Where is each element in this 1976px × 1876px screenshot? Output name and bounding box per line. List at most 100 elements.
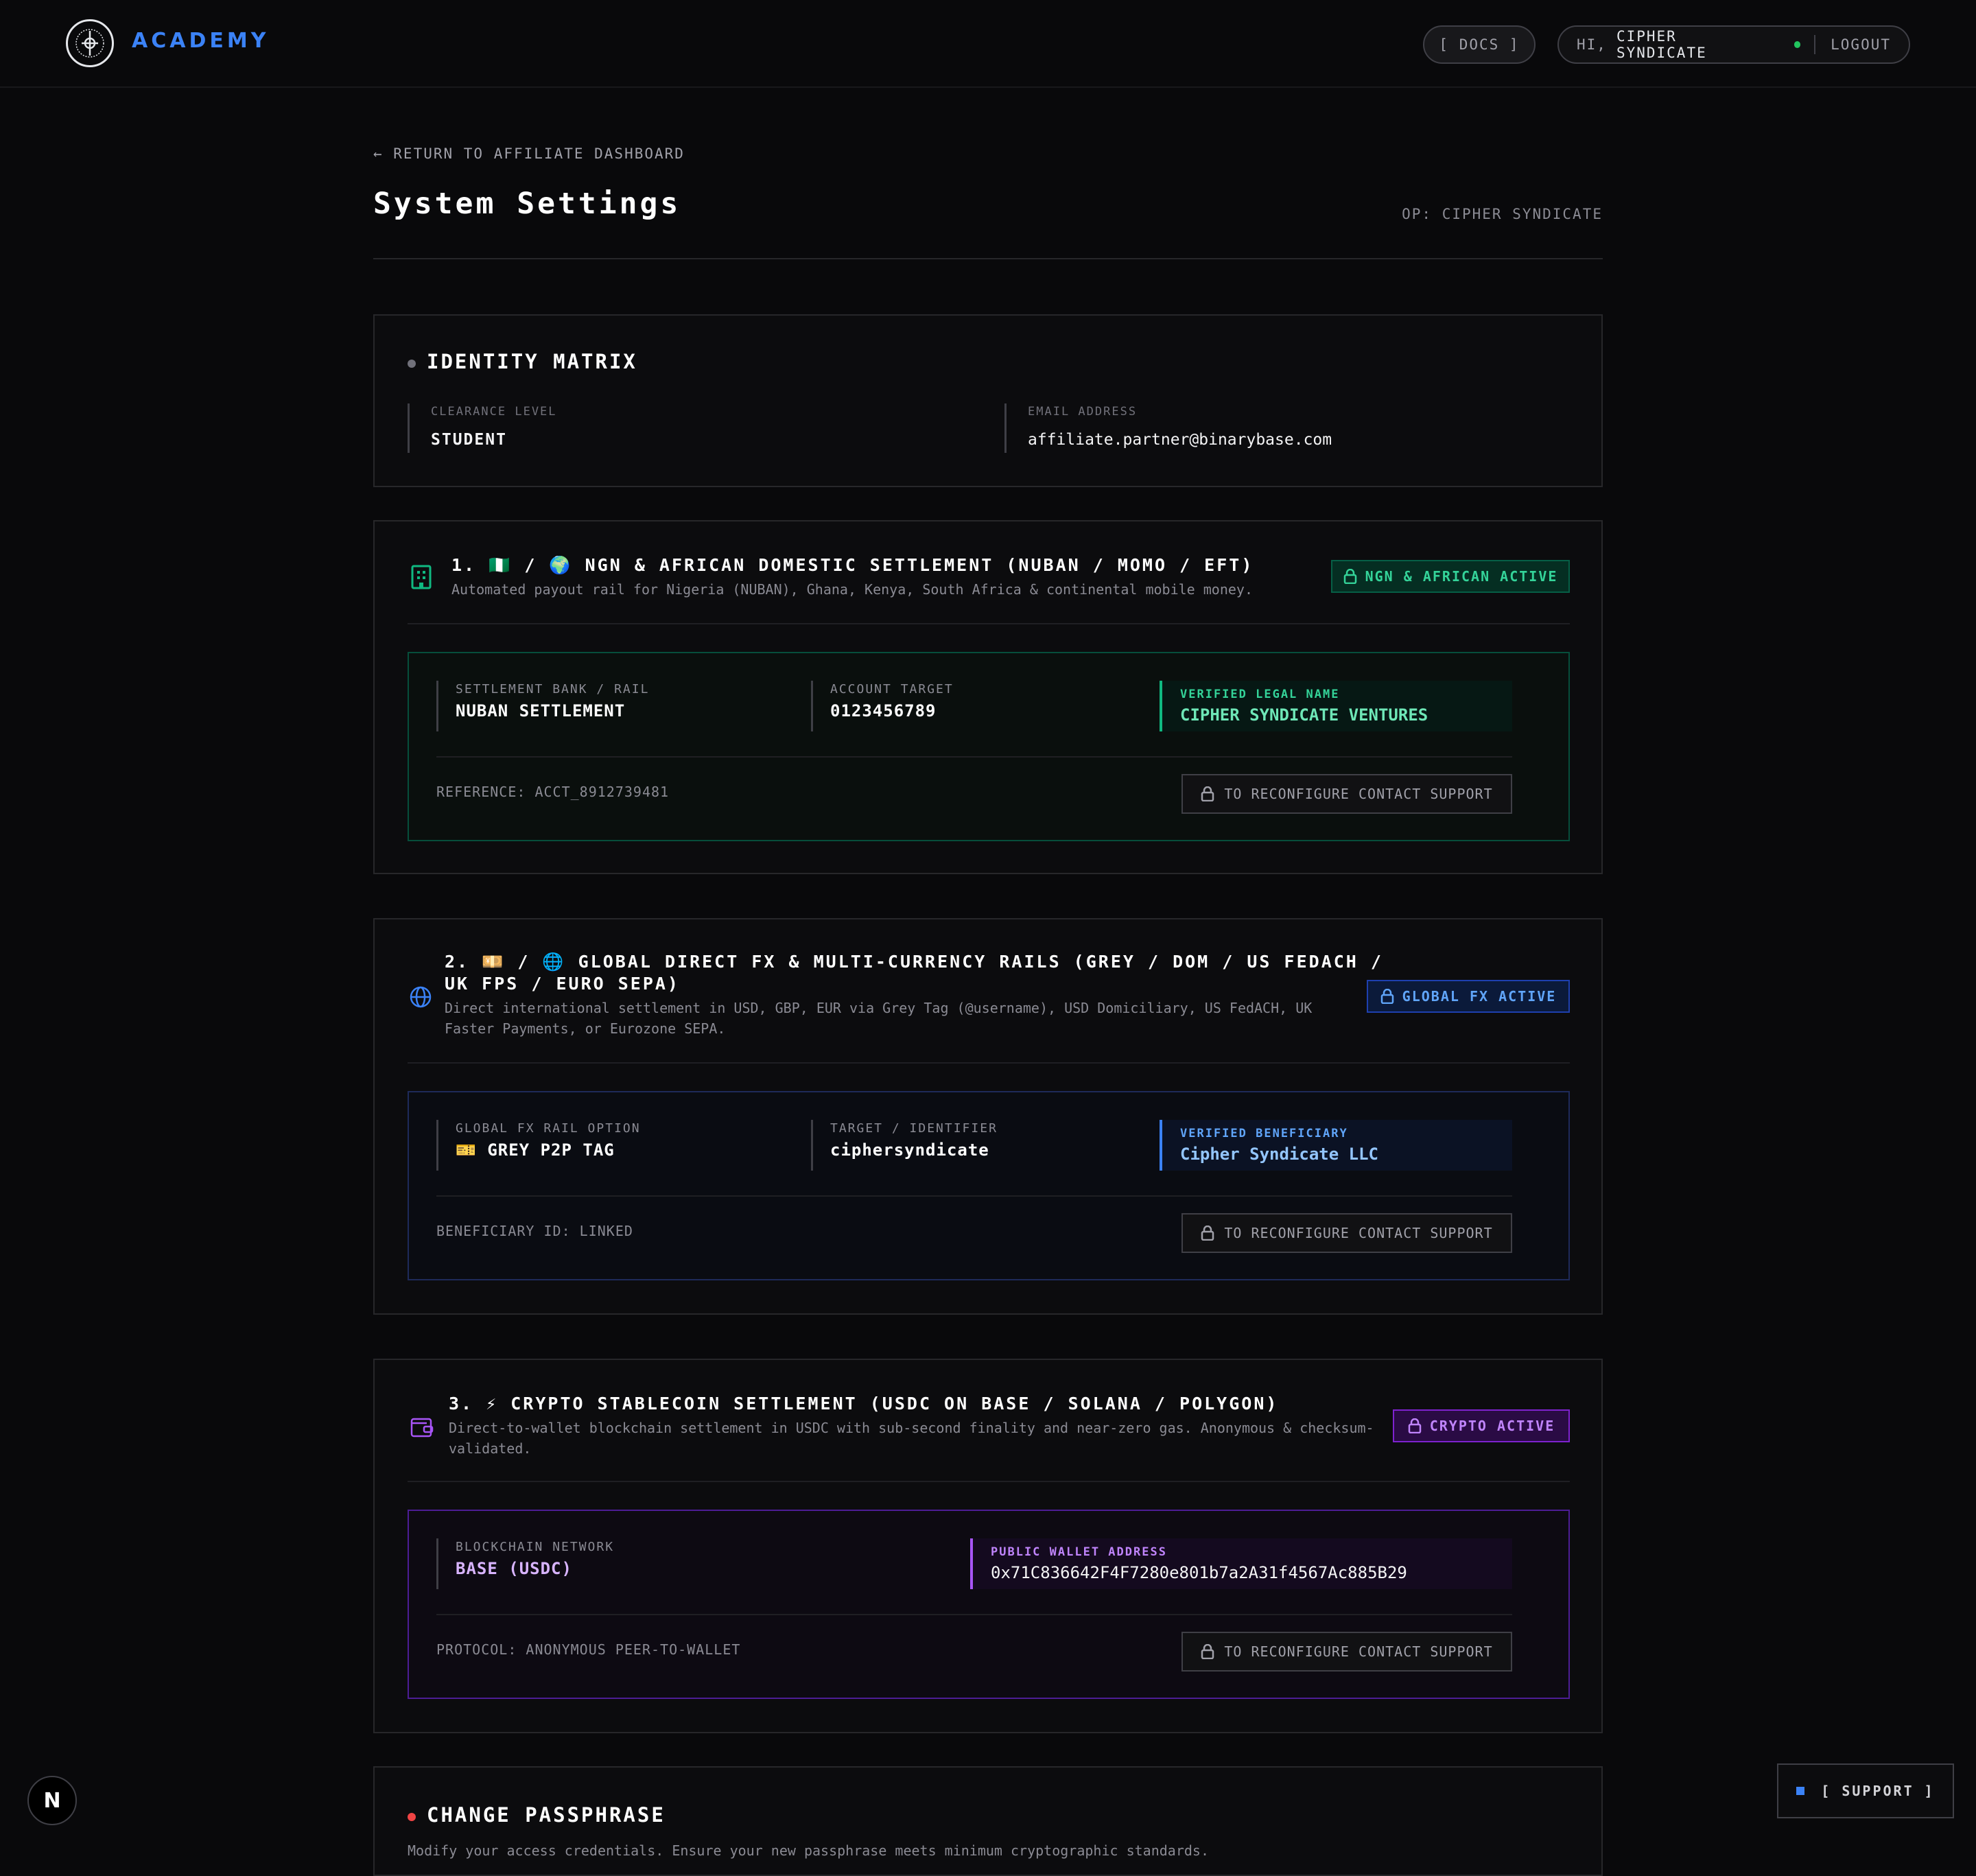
verified-legal-name-label: VERIFIED LEGAL NAME <box>1180 688 1340 701</box>
rail-description-line1: Direct-to-wallet blockchain settlement i… <box>449 1420 1374 1436</box>
user-menu: HI, CIPHER SYNDICATE LOGOUT <box>1557 25 1910 64</box>
badge-label: GLOBAL FX ACTIVE <box>1402 988 1557 1005</box>
page-title: System Settings <box>373 187 681 221</box>
settlement-bank-value: NUBAN SETTLEMENT <box>456 701 626 720</box>
verified-beneficiary-label: VERIFIED BENEFICIARY <box>1180 1127 1348 1140</box>
logout-button[interactable]: LOGOUT <box>1831 36 1891 53</box>
rail-title: 1. 🇳🇬 / 🌍 NGN & AFRICAN DOMESTIC SETTLEM… <box>451 555 1254 575</box>
change-passphrase-card: CHANGE PASSPHRASE Modify your access cre… <box>373 1766 1603 1876</box>
support-button[interactable]: [ SUPPORT ] <box>1777 1763 1954 1818</box>
ngn-details-panel: SETTLEMENT BANK / RAIL NUBAN SETTLEMENT … <box>408 652 1570 841</box>
online-status-dot-icon <box>1793 41 1801 48</box>
field-divider <box>436 1538 438 1589</box>
lock-icon <box>1201 1226 1214 1241</box>
settlement-bank-label: SETTLEMENT BANK / RAIL <box>456 682 650 696</box>
global-fx-rail-option-value: 🎫 GREY P2P TAG <box>456 1140 615 1160</box>
passphrase-description: Modify your access credentials. Ensure y… <box>408 1842 1209 1859</box>
section-dot-icon <box>408 360 416 368</box>
rail-description-line2: Faster Payments, or Eurozone SEPA. <box>445 1020 726 1037</box>
rail-description-line1: Direct international settlement in USD, … <box>445 1000 1313 1016</box>
lock-icon <box>1201 786 1214 801</box>
protocol-text: PROTOCOL: ANONYMOUS PEER-TO-WALLET <box>436 1641 741 1658</box>
docs-button[interactable]: [ DOCS ] <box>1423 25 1536 64</box>
global-fx-rail-option-label: GLOBAL FX RAIL OPTION <box>456 1121 641 1136</box>
top-navigation-bar: ACADEMY [ DOCS ] HI, CIPHER SYNDICATE LO… <box>0 0 1976 88</box>
public-wallet-address-value: 0x71C836642F4F7280e801b7a2A31f4567Ac885B… <box>991 1563 1407 1582</box>
support-label: [ SUPPORT ] <box>1821 1783 1935 1799</box>
crypto-settlement-card: 3. ⚡ CRYPTO STABLECOIN SETTLEMENT (USDC … <box>373 1359 1603 1733</box>
support-square-icon <box>1796 1787 1805 1795</box>
operator-label: OP: CIPHER SYNDICATE <box>1402 206 1603 222</box>
lock-icon <box>1380 989 1393 1004</box>
rail-description-line2: validated. <box>449 1440 532 1457</box>
header-divider <box>373 258 1603 259</box>
divider <box>408 1062 1570 1064</box>
button-label: TO RECONFIGURE CONTACT SUPPORT <box>1224 786 1493 802</box>
return-to-dashboard-link[interactable]: ← RETURN TO AFFILIATE DASHBOARD <box>373 145 685 162</box>
verified-beneficiary-value: Cipher Syndicate LLC <box>1180 1145 1378 1164</box>
email-address-label: EMAIL ADDRESS <box>1028 405 1138 419</box>
rail-title-line2: UK FPS / EURO SEPA) <box>445 974 680 994</box>
ngn-active-badge: NGN & AFRICAN ACTIVE <box>1331 560 1570 593</box>
field-divider <box>811 1120 813 1171</box>
blockchain-network-label: BLOCKCHAIN NETWORK <box>456 1540 615 1554</box>
lock-icon <box>1343 569 1356 584</box>
public-wallet-address: PUBLIC WALLET ADDRESS 0x71C836642F4F7280… <box>970 1538 1512 1589</box>
reconfigure-contact-support-button[interactable]: TO RECONFIGURE CONTACT SUPPORT <box>1181 774 1512 814</box>
button-label: TO RECONFIGURE CONTACT SUPPORT <box>1224 1225 1493 1241</box>
username: CIPHER SYNDICATE <box>1616 28 1707 61</box>
identity-matrix-card: IDENTITY MATRIX CLEARANCE LEVEL STUDENT … <box>373 314 1603 487</box>
logo-emblem-icon <box>75 29 104 58</box>
divider <box>408 1481 1570 1482</box>
lock-icon <box>1201 1644 1214 1659</box>
divider <box>1814 35 1816 54</box>
reconfigure-contact-support-button[interactable]: TO RECONFIGURE CONTACT SUPPORT <box>1181 1213 1512 1253</box>
globe-icon <box>410 986 432 1008</box>
n-logo-button[interactable]: N <box>27 1776 77 1825</box>
global-fx-details-panel: GLOBAL FX RAIL OPTION 🎫 GREY P2P TAG TAR… <box>408 1091 1570 1280</box>
section-title: CHANGE PASSPHRASE <box>427 1803 666 1827</box>
wallet-icon <box>410 1418 434 1438</box>
badge-label: CRYPTO ACTIVE <box>1429 1418 1555 1434</box>
section-title: IDENTITY MATRIX <box>427 350 637 373</box>
blockchain-network-value: BASE (USDC) <box>456 1559 572 1578</box>
button-label: TO RECONFIGURE CONTACT SUPPORT <box>1224 1643 1493 1660</box>
account-target-label: ACCOUNT TARGET <box>830 682 954 696</box>
building-icon <box>411 565 432 589</box>
rail-title-line1: 2. 💴 / 🌐 GLOBAL DIRECT FX & MULTI-CURREN… <box>445 952 1383 972</box>
email-address-value: affiliate.partner@binarybase.com <box>1028 431 1332 449</box>
verified-legal-name: VERIFIED LEGAL NAME CIPHER SYNDICATE VEN… <box>1160 681 1512 731</box>
brand-name[interactable]: ACADEMY <box>132 29 269 53</box>
field-divider <box>408 403 410 453</box>
field-divider <box>436 681 438 731</box>
crypto-active-badge: CRYPTO ACTIVE <box>1393 1409 1570 1442</box>
clearance-level-label: CLEARANCE LEVEL <box>431 405 557 419</box>
divider <box>436 756 1512 758</box>
field-divider <box>1004 403 1007 453</box>
reconfigure-contact-support-button[interactable]: TO RECONFIGURE CONTACT SUPPORT <box>1181 1632 1512 1672</box>
divider <box>436 1614 1512 1615</box>
section-dot-icon <box>408 1813 416 1821</box>
target-identifier-value: ciphersyndicate <box>830 1140 989 1160</box>
verified-legal-name-value: CIPHER SYNDICATE VENTURES <box>1180 705 1428 725</box>
global-fx-active-badge: GLOBAL FX ACTIVE <box>1367 980 1570 1013</box>
verified-beneficiary: VERIFIED BENEFICIARY Cipher Syndicate LL… <box>1160 1120 1512 1171</box>
field-divider <box>436 1120 438 1171</box>
divider <box>436 1195 1512 1197</box>
badge-label: NGN & AFRICAN ACTIVE <box>1365 568 1558 585</box>
account-target-value: 0123456789 <box>830 701 937 720</box>
public-wallet-address-label: PUBLIC WALLET ADDRESS <box>991 1545 1167 1559</box>
rail-description: Automated payout rail for Nigeria (NUBAN… <box>451 581 1253 598</box>
reference-text: REFERENCE: ACCT_8912739481 <box>436 784 670 800</box>
field-divider <box>811 681 813 731</box>
clearance-level-value: STUDENT <box>431 431 507 449</box>
rail-title: 3. ⚡ CRYPTO STABLECOIN SETTLEMENT (USDC … <box>449 1394 1279 1414</box>
ngn-settlement-card: 1. 🇳🇬 / 🌍 NGN & AFRICAN DOMESTIC SETTLEM… <box>373 520 1603 874</box>
beneficiary-id-text: BENEFICIARY ID: LINKED <box>436 1223 633 1239</box>
target-identifier-label: TARGET / IDENTIFIER <box>830 1121 998 1136</box>
global-fx-card: 2. 💴 / 🌐 GLOBAL DIRECT FX & MULTI-CURREN… <box>373 918 1603 1315</box>
binarybase-logo[interactable] <box>66 19 114 67</box>
divider <box>408 623 1570 624</box>
lock-icon <box>1408 1418 1421 1433</box>
crypto-details-panel: BLOCKCHAIN NETWORK BASE (USDC) PUBLIC WA… <box>408 1510 1570 1699</box>
